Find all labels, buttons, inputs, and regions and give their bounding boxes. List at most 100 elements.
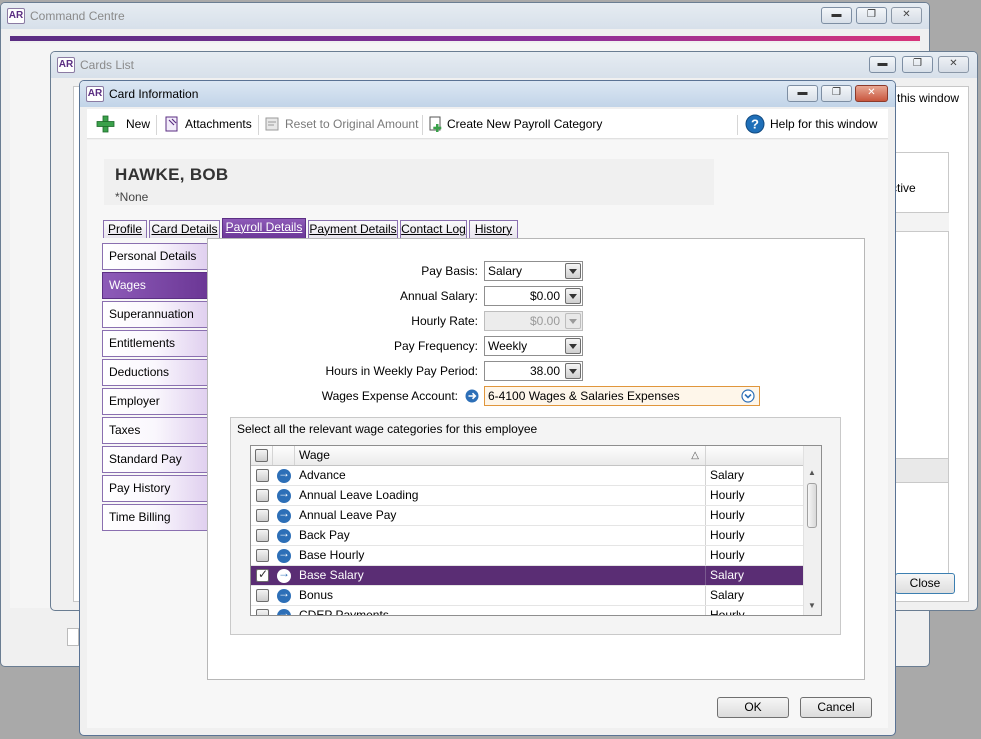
chevron-down-icon bbox=[565, 313, 581, 329]
chevron-down-icon[interactable] bbox=[565, 338, 581, 354]
type-cell: Hourly bbox=[710, 488, 745, 502]
row-arrow-icon[interactable] bbox=[277, 526, 291, 543]
row-checkbox-checked[interactable] bbox=[256, 567, 269, 582]
tab-contact-log[interactable]: Contact Log bbox=[400, 220, 467, 238]
type-cell: Salary bbox=[710, 568, 745, 582]
row-arrow-icon[interactable] bbox=[277, 506, 291, 523]
chevron-down-icon[interactable] bbox=[741, 389, 755, 403]
chevron-down-icon[interactable] bbox=[565, 263, 581, 279]
help-icon: ? bbox=[745, 114, 765, 134]
tab-profile[interactable]: Profile bbox=[103, 220, 147, 238]
row-checkbox[interactable] bbox=[256, 529, 269, 542]
hours-value: 38.00 bbox=[529, 364, 560, 378]
type-cell: Hourly bbox=[710, 528, 745, 542]
reset-to-original-amount-button[interactable]: Reset to Original Amount bbox=[264, 115, 420, 133]
scroll-down-icon[interactable]: ▼ bbox=[808, 601, 816, 610]
row-arrow-icon[interactable] bbox=[277, 486, 291, 503]
table-row-selected[interactable]: Base Salary Salary bbox=[251, 566, 804, 586]
hourly-rate-value: $0.00 bbox=[529, 314, 560, 328]
wage-cell: Back Pay bbox=[295, 526, 706, 545]
row-checkbox[interactable] bbox=[256, 589, 269, 602]
wages-expense-account-select[interactable]: 6-4100 Wages & Salaries Expenses bbox=[484, 386, 760, 406]
minimize-button[interactable]: ▬ bbox=[821, 7, 852, 24]
card-information-titlebar[interactable]: AR Card Information ▬ ❐ ✕ bbox=[80, 81, 895, 107]
create-label: Create New Payroll Category bbox=[447, 117, 603, 131]
table-row[interactable]: Bonus Salary bbox=[251, 586, 804, 606]
row-checkbox[interactable] bbox=[256, 489, 269, 502]
cards-list-close-button[interactable]: Close bbox=[895, 573, 955, 594]
attachments-button[interactable]: Attachments bbox=[164, 115, 254, 133]
row-checkbox[interactable] bbox=[256, 549, 269, 562]
pay-frequency-select[interactable]: Weekly bbox=[484, 336, 583, 356]
tab-payroll-details[interactable]: Payroll Details bbox=[222, 218, 306, 238]
sidebar-item-taxes[interactable]: Taxes bbox=[102, 417, 207, 444]
ok-button[interactable]: OK bbox=[717, 697, 789, 718]
table-row[interactable]: Annual Leave Loading Hourly bbox=[251, 486, 804, 506]
row-checkbox[interactable] bbox=[256, 469, 269, 482]
type-column-header[interactable] bbox=[706, 446, 804, 465]
close-button[interactable]: ✕ bbox=[855, 85, 888, 102]
grid-vertical-scrollbar[interactable]: ▲ ▼ bbox=[803, 446, 821, 615]
help-for-this-window-button[interactable]: ? Help for this window bbox=[745, 114, 885, 134]
minimize-button[interactable]: ▬ bbox=[787, 85, 818, 102]
close-button[interactable]: ✕ bbox=[938, 56, 969, 73]
sidebar-item-personal-details[interactable]: Personal Details bbox=[102, 243, 207, 270]
create-new-payroll-category-button[interactable]: Create New Payroll Category bbox=[428, 115, 604, 133]
select-all-checkbox[interactable] bbox=[255, 449, 268, 462]
sidebar-item-deductions[interactable]: Deductions bbox=[102, 359, 207, 386]
annual-salary-value: $0.00 bbox=[529, 289, 560, 303]
row-arrow-icon[interactable] bbox=[277, 586, 291, 603]
row-checkbox[interactable] bbox=[256, 609, 269, 615]
wage-categories-grid: Wage △ Advance Salary Annua bbox=[250, 445, 822, 616]
scroll-up-icon[interactable]: ▲ bbox=[808, 468, 816, 477]
new-document-icon bbox=[429, 116, 442, 132]
command-centre-titlebar[interactable]: AR Command Centre ▬ ❐ ✕ bbox=[1, 3, 929, 29]
row-arrow-icon[interactable] bbox=[277, 566, 291, 583]
restore-button[interactable]: ❐ bbox=[821, 85, 852, 102]
row-arrow-icon[interactable] bbox=[277, 606, 291, 615]
cards-list-help-link[interactable]: this window bbox=[897, 91, 959, 105]
ar-logo: AR bbox=[7, 8, 25, 24]
reset-label: Reset to Original Amount bbox=[285, 117, 419, 131]
tab-payment-details[interactable]: Payment Details bbox=[308, 220, 398, 238]
table-row[interactable]: Advance Salary bbox=[251, 466, 804, 486]
close-button[interactable]: ✕ bbox=[891, 7, 922, 24]
sidebar-item-wages[interactable]: Wages bbox=[102, 272, 208, 299]
sidebar-item-entitlements[interactable]: Entitlements bbox=[102, 330, 207, 357]
toolbar: New Attachments Reset to Original Amount bbox=[87, 109, 888, 139]
account-arrow-icon[interactable] bbox=[465, 389, 479, 403]
tab-history[interactable]: History bbox=[469, 220, 518, 238]
tab-card-details[interactable]: Card Details bbox=[149, 220, 220, 238]
chevron-down-icon[interactable] bbox=[565, 288, 581, 304]
pay-basis-select[interactable]: Salary bbox=[484, 261, 583, 281]
pay-frequency-row: Pay Frequency: bbox=[268, 336, 478, 356]
cards-list-titlebar[interactable]: AR Cards List ▬ ❐ ✕ bbox=[51, 52, 977, 78]
sidebar-item-pay-history[interactable]: Pay History bbox=[102, 475, 207, 502]
hours-input[interactable]: 38.00 bbox=[484, 361, 583, 381]
sidebar-item-superannuation[interactable]: Superannuation bbox=[102, 301, 207, 328]
row-arrow-icon[interactable] bbox=[277, 546, 291, 563]
wage-column-header[interactable]: Wage △ bbox=[295, 446, 706, 465]
chevron-down-icon[interactable] bbox=[565, 363, 581, 379]
cancel-button[interactable]: Cancel bbox=[800, 697, 872, 718]
command-centre-footer-field[interactable] bbox=[67, 628, 79, 646]
table-row[interactable]: Annual Leave Pay Hourly bbox=[251, 506, 804, 526]
attachment-icon bbox=[165, 116, 178, 132]
table-row[interactable]: Back Pay Hourly bbox=[251, 526, 804, 546]
row-checkbox[interactable] bbox=[256, 509, 269, 522]
restore-button[interactable]: ❐ bbox=[902, 56, 933, 73]
table-row[interactable]: Base Hourly Hourly bbox=[251, 546, 804, 566]
minimize-button[interactable]: ▬ bbox=[869, 56, 896, 73]
table-row[interactable]: CDEP Payments Hourly bbox=[251, 606, 804, 615]
sidebar-item-employer-expenses[interactable]: Employer Expenses bbox=[102, 388, 207, 433]
annual-salary-input[interactable]: $0.00 bbox=[484, 286, 583, 306]
pay-frequency-label: Pay Frequency: bbox=[393, 339, 478, 353]
restore-button[interactable]: ❐ bbox=[856, 7, 887, 24]
sort-ascending-icon: △ bbox=[691, 450, 699, 461]
account-value: 6-4100 Wages & Salaries Expenses bbox=[488, 389, 680, 403]
sidebar-item-time-billing[interactable]: Time Billing bbox=[102, 504, 207, 531]
new-button[interactable]: New bbox=[96, 115, 156, 133]
scroll-thumb[interactable] bbox=[807, 483, 817, 528]
sidebar-item-standard-pay[interactable]: Standard Pay bbox=[102, 446, 207, 473]
row-arrow-icon[interactable] bbox=[277, 466, 291, 483]
